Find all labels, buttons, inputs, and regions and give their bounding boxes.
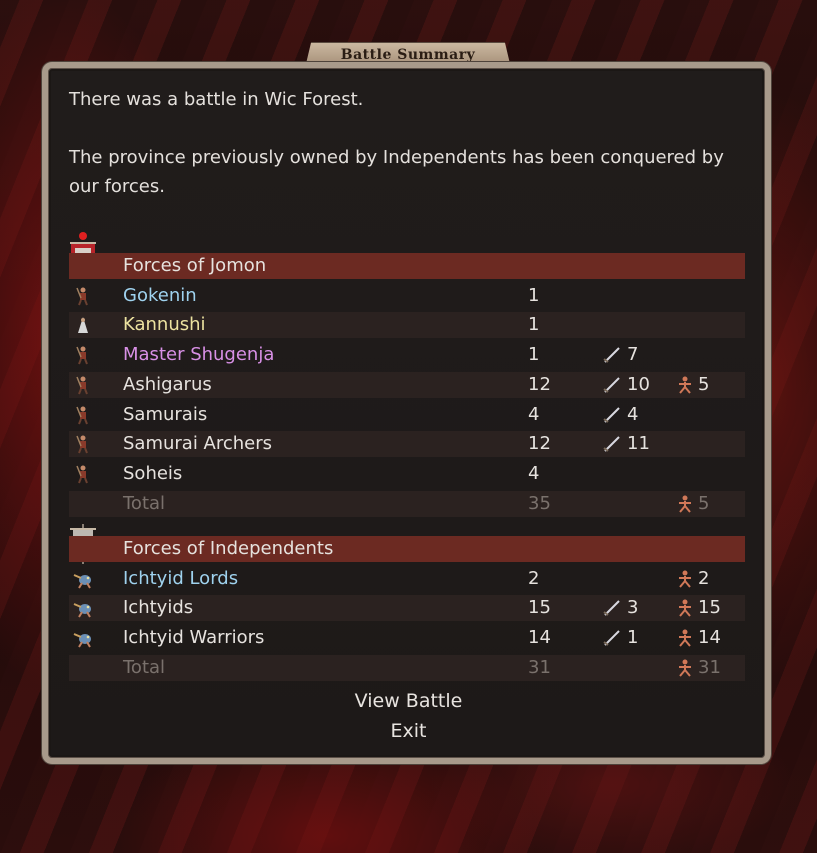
unit-count: 15 bbox=[528, 597, 551, 618]
unit-kills: 10 bbox=[603, 374, 650, 395]
kills-value: 1 bbox=[627, 627, 639, 648]
unit-kills: 7 bbox=[603, 344, 638, 365]
total-count: 31 bbox=[528, 657, 551, 678]
unit-count: 1 bbox=[528, 285, 540, 306]
unit-name: Ashigarus bbox=[123, 374, 212, 395]
view-battle-button[interactable]: View Battle bbox=[0, 690, 817, 712]
unit-losses: 5 bbox=[676, 374, 709, 395]
mage-icon bbox=[76, 346, 88, 365]
jomon-total-row: Total 35 5 bbox=[69, 491, 745, 517]
forces-header-label: Forces of Independents bbox=[123, 538, 334, 559]
casualty-icon bbox=[679, 599, 691, 617]
unit-row: Ashigarus 12 10 5 bbox=[69, 372, 745, 398]
kills-value: 7 bbox=[627, 344, 639, 365]
total-losses-value: 31 bbox=[698, 657, 721, 678]
sword-icon bbox=[603, 346, 620, 363]
unit-count: 4 bbox=[528, 404, 540, 425]
unit-count: 2 bbox=[528, 568, 540, 589]
kills-value: 3 bbox=[627, 597, 639, 618]
unit-name: Ichtyids bbox=[123, 597, 194, 618]
total-losses-value: 5 bbox=[698, 493, 710, 514]
total-losses: 31 bbox=[676, 657, 721, 678]
unit-row: Ichtyids 15 3 15 bbox=[69, 595, 745, 621]
kills-value: 4 bbox=[627, 404, 639, 425]
unit-count: 1 bbox=[528, 344, 540, 365]
monk-icon bbox=[76, 465, 88, 484]
unit-kills: 1 bbox=[603, 627, 638, 648]
unit-row: Ichtyid Warriors 14 1 14 bbox=[69, 625, 745, 651]
sword-icon bbox=[603, 435, 620, 452]
unit-name: Gokenin bbox=[123, 285, 197, 306]
unit-name: Samurai Archers bbox=[123, 433, 273, 454]
warrior-icon bbox=[76, 287, 88, 306]
losses-value: 15 bbox=[698, 597, 721, 618]
independents-forces-header: Forces of Independents bbox=[69, 536, 745, 562]
unit-kills: 3 bbox=[603, 597, 638, 618]
sword-icon bbox=[603, 599, 620, 616]
unit-row: Soheis 4 bbox=[69, 461, 745, 487]
casualty-icon bbox=[679, 659, 691, 677]
unit-count: 4 bbox=[528, 463, 540, 484]
kills-value: 11 bbox=[627, 433, 650, 454]
unit-name: Kannushi bbox=[123, 314, 206, 335]
total-label: Total bbox=[123, 493, 166, 514]
kills-value: 10 bbox=[627, 374, 650, 395]
unit-kills: 4 bbox=[603, 404, 638, 425]
unit-count: 12 bbox=[528, 374, 551, 395]
unit-row: Samurai Archers 12 11 bbox=[69, 431, 745, 457]
samurai-icon bbox=[76, 406, 88, 425]
unit-name: Samurais bbox=[123, 404, 208, 425]
casualty-icon bbox=[679, 570, 691, 588]
unit-count: 14 bbox=[528, 627, 551, 648]
battle-location-text: There was a battle in Wic Forest. bbox=[69, 89, 364, 110]
unit-row: Ichtyid Lords 2 2 bbox=[69, 566, 745, 592]
total-losses: 5 bbox=[676, 493, 709, 514]
unit-kills: 11 bbox=[603, 433, 650, 454]
casualty-icon bbox=[679, 495, 691, 513]
exit-button[interactable]: Exit bbox=[0, 720, 817, 742]
unit-row: Samurais 4 4 bbox=[69, 402, 745, 428]
independents-total-row: Total 31 31 bbox=[69, 655, 745, 681]
unit-row: Gokenin 1 bbox=[69, 283, 745, 309]
unit-count: 12 bbox=[528, 433, 551, 454]
unit-name: Soheis bbox=[123, 463, 183, 484]
intro-text: There was a battle in Wic Forest. The pr… bbox=[69, 85, 749, 201]
priest-icon bbox=[78, 317, 88, 333]
total-label: Total bbox=[123, 657, 166, 678]
archer-icon bbox=[76, 435, 88, 454]
sword-icon bbox=[603, 629, 620, 646]
unit-losses: 14 bbox=[676, 627, 721, 648]
sword-icon bbox=[603, 406, 620, 423]
losses-value: 2 bbox=[698, 568, 710, 589]
unit-losses: 15 bbox=[676, 597, 721, 618]
unit-losses: 2 bbox=[676, 568, 709, 589]
unit-name: Ichtyid Lords bbox=[123, 568, 239, 589]
unit-row: Kannushi 1 bbox=[69, 312, 745, 338]
casualty-icon bbox=[679, 376, 691, 394]
forces-header-label: Forces of Jomon bbox=[123, 255, 267, 276]
fishman-icon bbox=[73, 603, 91, 618]
sword-icon bbox=[603, 376, 620, 393]
unit-count: 1 bbox=[528, 314, 540, 335]
fishman-icon bbox=[73, 633, 91, 648]
spearman-icon bbox=[76, 376, 88, 395]
unit-name: Ichtyid Warriors bbox=[123, 627, 265, 648]
total-count: 35 bbox=[528, 493, 551, 514]
unit-name: Master Shugenja bbox=[123, 344, 275, 365]
casualty-icon bbox=[679, 629, 691, 647]
unit-row: Master Shugenja 1 7 bbox=[69, 342, 745, 368]
conquest-text: The province previously owned by Indepen… bbox=[69, 147, 724, 197]
fishman-icon bbox=[73, 574, 91, 589]
jomon-forces-header: Forces of Jomon bbox=[69, 253, 745, 279]
losses-value: 14 bbox=[698, 627, 721, 648]
losses-value: 5 bbox=[698, 374, 710, 395]
